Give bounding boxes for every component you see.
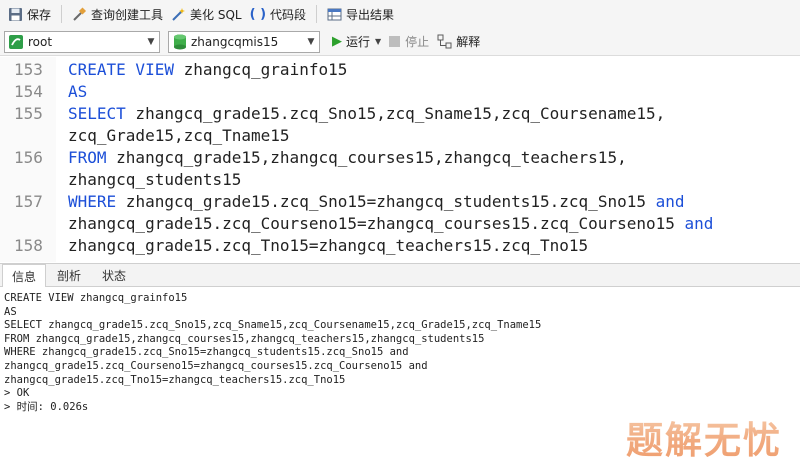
sql-keyword: CREATE VIEW: [68, 60, 174, 79]
chevron-down-icon: ▼: [147, 36, 155, 47]
database-value: zhangcqmis15: [191, 34, 279, 49]
output-line: zhangcq_grade15.zcq_Tno15=zhangcq_teache…: [4, 373, 346, 386]
code-text: SELECT zhangcq_grade15.zcq_Sno15,zcq_Sna…: [68, 103, 665, 125]
main-toolbar: 保存 查询创建工具 美化 SQL ( ) 代码段 导出结果: [0, 0, 800, 28]
code-text: AS: [68, 81, 87, 103]
chevron-down-icon: ▼: [307, 36, 315, 47]
stop-button[interactable]: 停止: [385, 31, 433, 53]
database-select[interactable]: zhangcqmis15 ▼: [168, 30, 320, 53]
sql-text: zhangcq_students15: [68, 170, 242, 189]
query-builder-icon: [72, 6, 87, 22]
code-text: WHERE zhangcq_grade15.zcq_Sno15=zhangcq_…: [68, 191, 685, 213]
sql-keyword: and: [684, 214, 714, 233]
output-line: FROM zhangcq_grade15,zhangcq_courses15,z…: [4, 332, 485, 345]
code-snippet-label: 代码段: [270, 7, 307, 22]
code-text: zhangcq_students15: [68, 169, 241, 191]
line-number: 158: [14, 236, 43, 255]
beautify-sql-label: 美化 SQL: [190, 7, 242, 22]
export-results-button[interactable]: 导出结果: [323, 3, 398, 25]
tab-status[interactable]: 状态: [92, 264, 136, 286]
output-line: SELECT zhangcq_grade15.zcq_Sno15,zcq_Sna…: [4, 319, 542, 332]
sql-text: zhangcq_grade15.zcq_Sno15=zhangcq_studen…: [116, 192, 656, 211]
line-number: 154: [14, 82, 43, 101]
line-number: 153: [14, 60, 43, 79]
save-label: 保存: [27, 7, 52, 22]
sql-keyword: and: [655, 192, 685, 211]
line-number: 155: [14, 104, 43, 123]
sql-keyword: WHERE: [68, 192, 117, 211]
output-line: WHERE zhangcq_grade15.zcq_Sno15=zhangcq_…: [4, 346, 409, 359]
stop-label: 停止: [405, 35, 430, 49]
run-button[interactable]: ▶ 运行 ▼: [328, 31, 385, 53]
export-results-label: 导出结果: [346, 7, 395, 22]
sql-text: zhangcq_grade15.zcq_Tno15=zhangcq_teache…: [68, 236, 589, 255]
output-line: CREATE VIEW zhangcq_grainfo15: [4, 292, 188, 304]
sql-text: zhangcq_grade15.zcq_Sno15,zcq_Sname15,zc…: [125, 104, 666, 123]
save-button[interactable]: 保存: [4, 3, 55, 25]
output-line: AS: [4, 305, 17, 318]
toolbar-divider: [316, 5, 318, 23]
line-number: 157: [14, 192, 43, 211]
query-builder-label: 查询创建工具: [91, 7, 164, 22]
sql-keyword: FROM: [68, 148, 107, 167]
sql-text: zhangcq_grade15.zcq_Courseno15=zhangcq_c…: [68, 214, 685, 233]
watermark: 题解无忧: [626, 410, 782, 464]
code-snippet-icon: ( ): [249, 6, 267, 22]
database-icon: [173, 34, 187, 50]
connection-icon: [8, 34, 24, 50]
query-builder-button[interactable]: 查询创建工具: [68, 3, 167, 25]
save-icon: [8, 7, 23, 22]
connection-select[interactable]: root ▼: [4, 30, 160, 53]
code-text: FROM zhangcq_grade15,zhangcq_courses15,z…: [68, 147, 627, 169]
export-icon: [327, 7, 342, 22]
sql-text: zcq_Grade15,zcq_Tname15: [68, 126, 290, 145]
magic-wand-icon: [171, 7, 186, 22]
sql-editor[interactable]: 153 CREATE VIEW zhangcq_grainfo15 154 AS 155…: [0, 57, 800, 262]
explain-button[interactable]: 解释: [433, 31, 484, 53]
line-number: 156: [14, 148, 43, 167]
output-line: zhangcq_grade15.zcq_Courseno15=zhangcq_c…: [4, 359, 428, 372]
code-snippet-button[interactable]: ( ) 代码段: [246, 3, 310, 25]
toolbar-divider: [61, 5, 63, 23]
beautify-sql-button[interactable]: 美化 SQL: [167, 3, 246, 25]
code-text: zhangcq_grade15.zcq_Tno15=zhangcq_teache…: [68, 235, 588, 257]
run-label: 运行: [346, 35, 371, 49]
stop-icon: [389, 36, 401, 47]
sql-keyword: SELECT: [68, 104, 126, 123]
run-dropdown-icon[interactable]: ▼: [375, 37, 381, 46]
code-text: zhangcq_grade15.zcq_Courseno15=zhangcq_c…: [68, 213, 713, 235]
sql-text: zhangcq_grainfo15: [173, 60, 348, 79]
query-toolbar: root ▼ zhangcqmis15 ▼ ▶ 运行 ▼ 停止 解释: [0, 28, 800, 56]
output-line: > OK: [4, 387, 30, 400]
explain-label: 解释: [456, 35, 481, 49]
play-icon: ▶: [332, 34, 342, 49]
sql-keyword: AS: [68, 82, 88, 101]
tab-profile[interactable]: 剖析: [47, 264, 91, 286]
connection-value: root: [28, 34, 53, 49]
code-text: zcq_Grade15,zcq_Tname15: [68, 125, 290, 147]
explain-icon: [437, 34, 452, 49]
tab-info[interactable]: 信息: [2, 264, 47, 287]
sql-text: zhangcq_grade15,zhangcq_courses15,zhangc…: [106, 148, 627, 167]
code-text: CREATE VIEW zhangcq_grainfo15: [68, 59, 347, 81]
result-tabs: 信息 剖析 状态: [0, 263, 800, 287]
